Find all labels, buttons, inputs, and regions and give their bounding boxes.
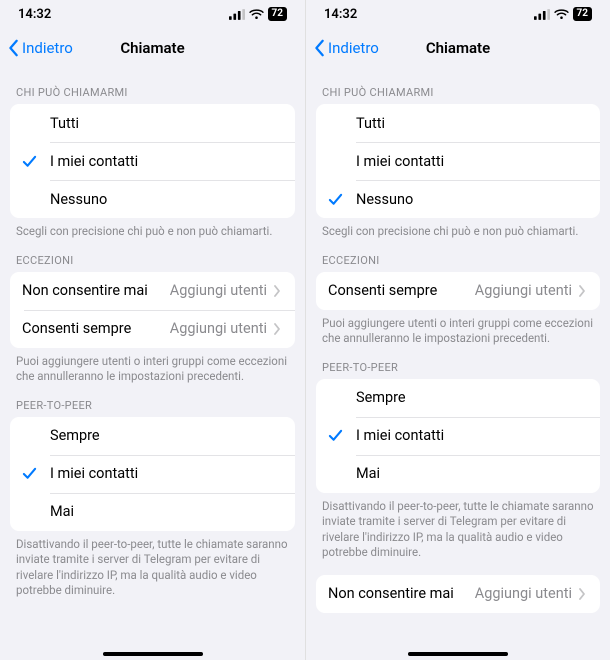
wifi-icon <box>554 9 569 20</box>
nav-row-value: Aggiungi utenti <box>170 282 267 299</box>
check-icon <box>22 466 50 481</box>
option-label: I miei contatti <box>356 427 586 444</box>
option-row[interactable]: Nessuno <box>316 180 600 218</box>
nav-bar: IndietroChiamate <box>306 28 610 68</box>
option-label: I miei contatti <box>50 465 281 482</box>
phone-screen: 14:3272IndietroChiamateCHI PUÒ CHIAMARMI… <box>0 0 305 660</box>
home-indicator[interactable] <box>103 652 203 656</box>
signal-icon <box>229 9 245 20</box>
section-footer: Puoi aggiungere utenti o interi gruppi c… <box>306 310 610 347</box>
back-label: Indietro <box>328 39 379 57</box>
section-header: PEER-TO-PEER <box>306 347 610 379</box>
back-button[interactable]: Indietro <box>8 39 73 57</box>
nav-bar: IndietroChiamate <box>0 28 305 68</box>
option-row[interactable]: I miei contatti <box>316 417 600 455</box>
phone-screen: 14:3272IndietroChiamateCHI PUÒ CHIAMARMI… <box>305 0 610 660</box>
option-row[interactable]: I miei contatti <box>10 455 295 493</box>
home-indicator[interactable] <box>408 652 508 656</box>
content-scroll[interactable]: CHI PUÒ CHIAMARMI Tutti I miei contatti Nes… <box>0 68 305 660</box>
status-time: 14:32 <box>324 7 357 22</box>
section-footer: Scegli con precisione chi può e non può … <box>306 218 610 240</box>
section-footer: Puoi aggiungere utenti o interi gruppi c… <box>0 348 305 385</box>
option-label: I miei contatti <box>356 153 586 170</box>
section-header: ECCEZIONI <box>306 240 610 272</box>
chevron-right-icon <box>578 588 586 600</box>
section-footer: Disattivando il peer-to-peer, tutte le c… <box>306 493 610 561</box>
status-bar: 14:32 72 <box>306 0 610 28</box>
option-label: Sempre <box>50 427 281 444</box>
content-scroll[interactable]: CHI PUÒ CHIAMARMI Tutti I miei contatti Nes… <box>306 68 610 660</box>
wifi-icon <box>249 9 264 20</box>
check-icon <box>328 192 356 207</box>
settings-group: Non consentire maiAggiungi utentiConsent… <box>10 272 295 348</box>
chevron-right-icon <box>578 285 586 297</box>
battery-indicator: 72 <box>268 7 287 21</box>
option-row[interactable]: I miei contatti <box>316 142 600 180</box>
settings-group: Sempre I miei contatti Mai <box>316 379 600 493</box>
section-header: ECCEZIONI <box>0 240 305 272</box>
check-icon <box>328 428 356 443</box>
back-label: Indietro <box>22 39 73 57</box>
option-row[interactable]: Tutti <box>316 104 600 142</box>
section-header: CHI PUÒ CHIAMARMI <box>0 72 305 104</box>
settings-group: Tutti I miei contatti Nessuno <box>10 104 295 218</box>
nav-row[interactable]: Consenti sempreAggiungi utenti <box>316 272 600 310</box>
section-footer: Scegli con precisione chi può e non può … <box>0 218 305 240</box>
nav-row-value: Aggiungi utenti <box>475 282 572 299</box>
chevron-right-icon <box>273 323 281 335</box>
nav-row-value: Aggiungi utenti <box>170 320 267 337</box>
option-label: Tutti <box>356 115 586 132</box>
option-row[interactable]: I miei contatti <box>10 142 295 180</box>
chevron-right-icon <box>273 285 281 297</box>
settings-group: Sempre I miei contatti Mai <box>10 417 295 531</box>
option-label: Mai <box>356 465 586 482</box>
option-label: Sempre <box>356 389 586 406</box>
section-header: CHI PUÒ CHIAMARMI <box>306 72 610 104</box>
option-row[interactable]: Tutti <box>10 104 295 142</box>
chevron-left-icon <box>314 39 326 57</box>
nav-row[interactable]: Non consentire maiAggiungi utenti <box>316 575 600 613</box>
nav-row-value: Aggiungi utenti <box>475 585 572 602</box>
option-label: Nessuno <box>356 191 586 208</box>
settings-group: Consenti sempreAggiungi utenti <box>316 272 600 310</box>
status-bar: 14:32 72 <box>0 0 305 28</box>
option-label: I miei contatti <box>50 153 281 170</box>
nav-row-label: Non consentire mai <box>328 585 475 602</box>
section-header: PEER-TO-PEER <box>0 385 305 417</box>
option-label: Mai <box>50 503 281 520</box>
section-footer: Disattivando il peer-to-peer, tutte le c… <box>0 531 305 599</box>
back-button[interactable]: Indietro <box>314 39 379 57</box>
signal-icon <box>534 9 550 20</box>
nav-row-label: Consenti sempre <box>22 320 170 337</box>
nav-row-label: Consenti sempre <box>328 282 475 299</box>
option-label: Tutti <box>50 115 281 132</box>
option-row[interactable]: Nessuno <box>10 180 295 218</box>
option-row[interactable]: Sempre <box>316 379 600 417</box>
settings-group: Non consentire maiAggiungi utenti <box>316 575 600 613</box>
option-label: Nessuno <box>50 191 281 208</box>
settings-group: Tutti I miei contatti Nessuno <box>316 104 600 218</box>
nav-row[interactable]: Consenti sempreAggiungi utenti <box>10 310 295 348</box>
check-icon <box>22 154 50 169</box>
chevron-left-icon <box>8 39 20 57</box>
option-row[interactable]: Mai <box>10 493 295 531</box>
status-time: 14:32 <box>18 7 51 22</box>
nav-row-label: Non consentire mai <box>22 282 170 299</box>
nav-row[interactable]: Non consentire maiAggiungi utenti <box>10 272 295 310</box>
option-row[interactable]: Sempre <box>10 417 295 455</box>
option-row[interactable]: Mai <box>316 455 600 493</box>
battery-indicator: 72 <box>573 7 592 21</box>
